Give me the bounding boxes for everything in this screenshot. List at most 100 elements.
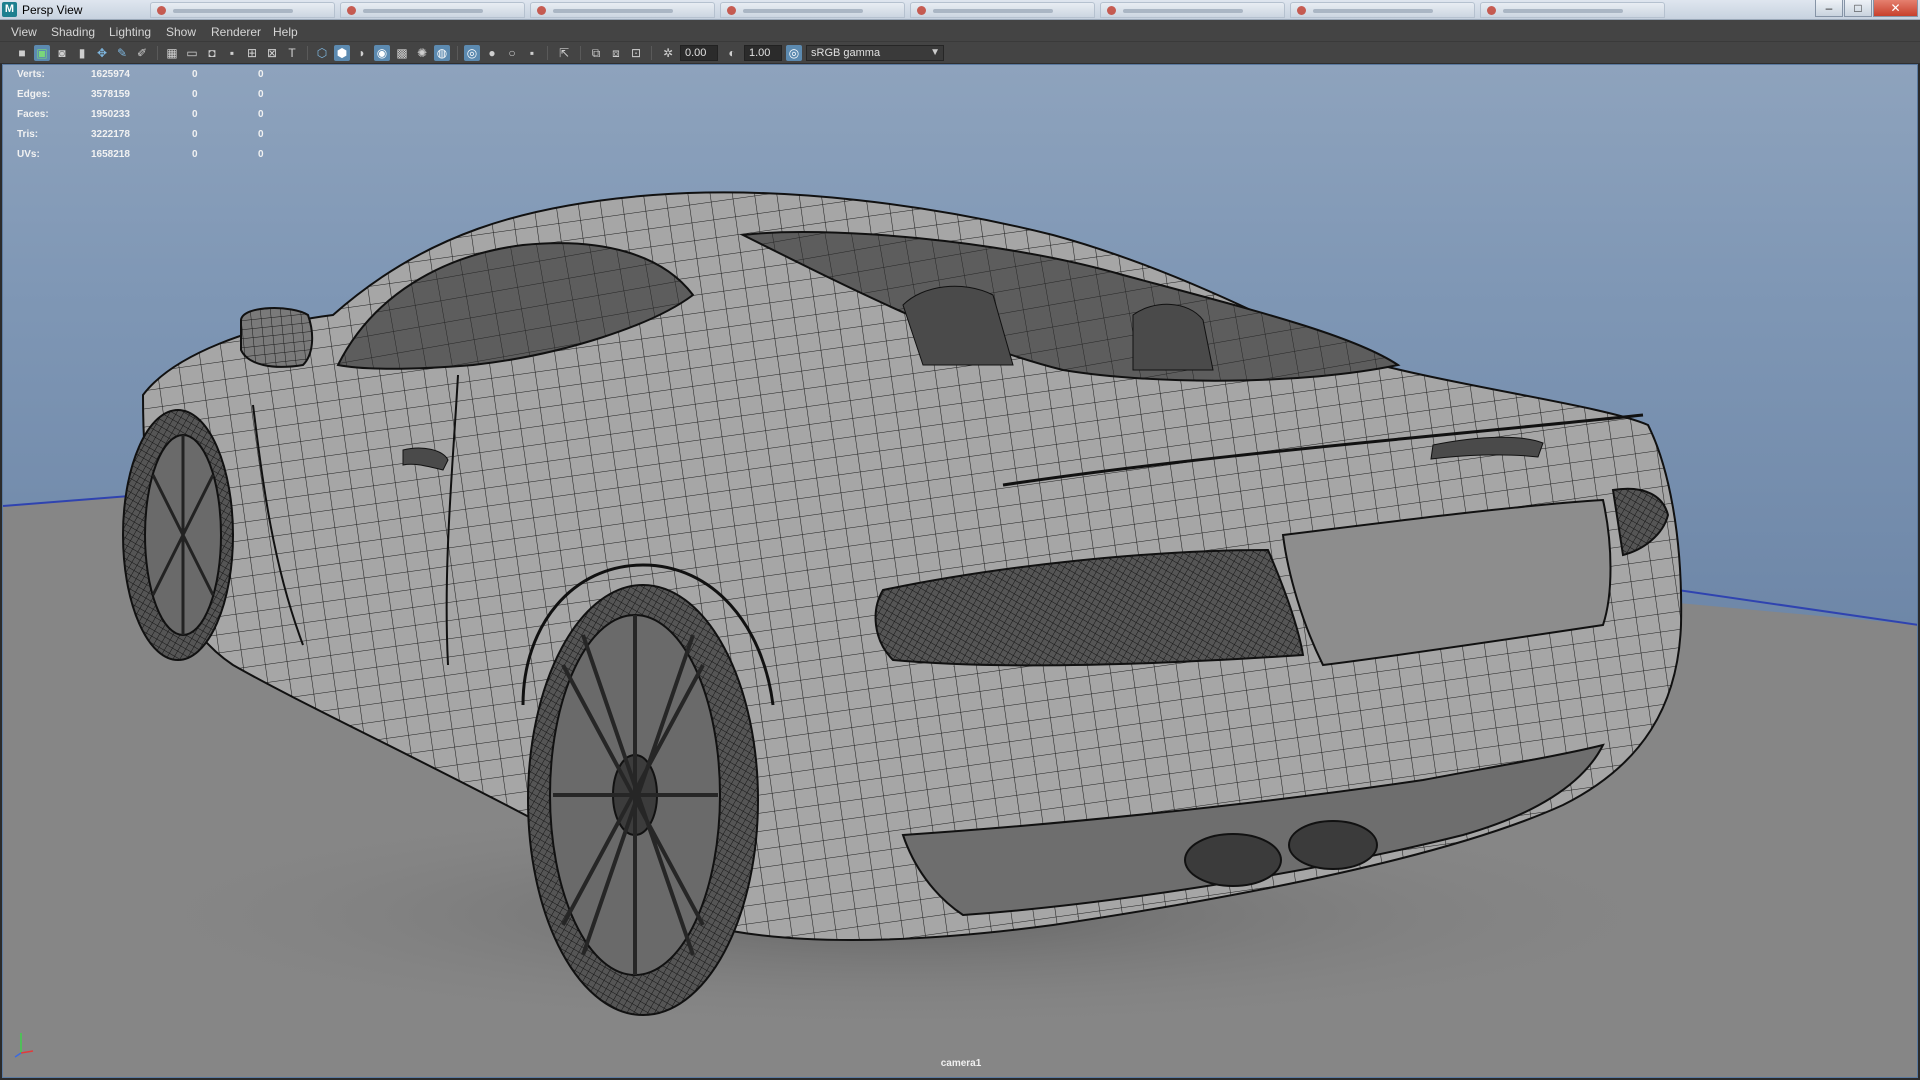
background-tab bbox=[530, 2, 715, 18]
toolbar-separator bbox=[580, 46, 581, 60]
multisample-aa-icon[interactable]: ● bbox=[484, 45, 500, 61]
panel-menu-bar: View Shading Lighting Show Renderer Help bbox=[0, 20, 1920, 42]
hud-value: 3222178 bbox=[91, 129, 130, 140]
toolbar-separator bbox=[157, 46, 158, 60]
color-space-dropdown[interactable]: sRGB gamma ▼ bbox=[806, 45, 944, 61]
background-tab bbox=[1480, 2, 1665, 18]
hud-value: 0 bbox=[192, 109, 198, 120]
hud-value: 0 bbox=[258, 69, 264, 80]
window-controls: – □ ✕ bbox=[1814, 0, 1918, 18]
field-chart-icon[interactable]: ▪ bbox=[224, 45, 240, 61]
frame-icon[interactable]: ⊡ bbox=[628, 45, 644, 61]
background-tab bbox=[150, 2, 335, 18]
isolate-select-icon[interactable]: ▪ bbox=[524, 45, 540, 61]
hud-row-uvs: UVs: 1658218 0 0 bbox=[17, 147, 277, 167]
xray-icon[interactable]: ⇱ bbox=[556, 45, 572, 61]
camera-name-label: camera1 bbox=[940, 1058, 982, 1069]
toolbar-separator bbox=[307, 46, 308, 60]
background-tab bbox=[1100, 2, 1285, 18]
window-title: Persp View bbox=[22, 3, 83, 17]
toolbar-separator bbox=[547, 46, 548, 60]
chevron-down-icon: ▼ bbox=[930, 47, 940, 58]
wireframe-icon[interactable]: ⬡ bbox=[314, 45, 330, 61]
gamma-field[interactable]: 1.00 bbox=[744, 45, 782, 61]
menu-view[interactable]: View bbox=[11, 25, 37, 39]
bookmark-camera-icon[interactable]: ◙ bbox=[54, 45, 70, 61]
screen-space-ao-icon[interactable]: ◍ bbox=[434, 45, 450, 61]
camera-icon[interactable]: ■ bbox=[14, 45, 30, 61]
resolution-gate-icon[interactable]: ▭ bbox=[184, 45, 200, 61]
front-wheel bbox=[122, 409, 234, 661]
menu-renderer[interactable]: Renderer bbox=[211, 25, 261, 39]
xray-joints-icon[interactable]: ⧉ bbox=[588, 45, 604, 61]
safe-action-icon[interactable]: ⊞ bbox=[244, 45, 260, 61]
axis-gizmo-icon bbox=[14, 1033, 34, 1058]
background-tab bbox=[720, 2, 905, 18]
smooth-shade-icon[interactable]: ⬢ bbox=[334, 45, 350, 61]
rear-wheel bbox=[527, 584, 759, 1016]
background-tab bbox=[1290, 2, 1475, 18]
hud-value: 1658218 bbox=[91, 149, 130, 160]
hud-row-tris: Tris: 3222178 0 0 bbox=[17, 127, 277, 147]
hud-value: 0 bbox=[192, 149, 198, 160]
image-plane-icon[interactable]: ▮ bbox=[74, 45, 90, 61]
hud-value: 0 bbox=[192, 69, 198, 80]
hud-value: 0 bbox=[192, 89, 198, 100]
background-taskbar-tabs bbox=[150, 1, 1700, 19]
poly-count-hud: Verts: 1625974 0 0 Edges: 3578159 0 0 Fa… bbox=[17, 67, 277, 167]
depth-of-field-icon[interactable]: ○ bbox=[504, 45, 520, 61]
panel-toolbar: ■ ▣ ◙ ▮ ✥ ✎ ✐ ▦ ▭ ◘ ▪ ⊞ ⊠ T ⬡ ⬢ ◗ ◉ ▩ ✺ … bbox=[0, 42, 1920, 64]
hud-value: 0 bbox=[258, 109, 264, 120]
menu-shading[interactable]: Shading bbox=[51, 25, 95, 39]
hud-value: 0 bbox=[258, 89, 264, 100]
menu-show[interactable]: Show bbox=[166, 25, 196, 39]
motion-blur-icon[interactable]: ◎ bbox=[464, 45, 480, 61]
background-tab bbox=[340, 2, 525, 18]
xray-components-icon[interactable]: T bbox=[284, 45, 300, 61]
minimize-button[interactable]: – bbox=[1815, 0, 1843, 17]
grid-icon[interactable]: ✐ bbox=[134, 45, 150, 61]
textured-icon[interactable]: ◉ bbox=[374, 45, 390, 61]
hud-value: 1950233 bbox=[91, 109, 130, 120]
color-management-icon[interactable]: ◎ bbox=[786, 45, 802, 61]
car-model-wireframe[interactable] bbox=[3, 65, 1918, 1078]
hud-value: 0 bbox=[192, 129, 198, 140]
shadows-icon[interactable]: ✺ bbox=[414, 45, 430, 61]
wireframe-on-shaded-icon[interactable]: ◗ bbox=[354, 45, 370, 61]
color-space-value: sRGB gamma bbox=[811, 47, 881, 59]
lights-icon[interactable]: ▩ bbox=[394, 45, 410, 61]
close-button[interactable]: ✕ bbox=[1873, 0, 1918, 17]
hud-label: Tris: bbox=[17, 129, 39, 140]
hud-value: 3578159 bbox=[91, 89, 130, 100]
exposure-field[interactable]: 0.00 bbox=[680, 45, 718, 61]
hud-label: Faces: bbox=[17, 109, 49, 120]
maximize-button[interactable]: □ bbox=[1844, 0, 1872, 17]
menu-help[interactable]: Help bbox=[273, 25, 298, 39]
2d-pan-zoom-icon[interactable]: ✥ bbox=[94, 45, 110, 61]
safe-title-icon[interactable]: ⊠ bbox=[264, 45, 280, 61]
hud-label: UVs: bbox=[17, 149, 40, 160]
hud-value: 0 bbox=[258, 149, 264, 160]
gamma-icon[interactable]: ◐ bbox=[724, 45, 740, 61]
hud-label: Edges: bbox=[17, 89, 51, 100]
perspective-viewport[interactable]: Verts: 1625974 0 0 Edges: 3578159 0 0 Fa… bbox=[2, 64, 1918, 1078]
hud-row-verts: Verts: 1625974 0 0 bbox=[17, 67, 277, 87]
menu-lighting[interactable]: Lighting bbox=[109, 25, 151, 39]
grease-pencil-icon[interactable]: ✎ bbox=[114, 45, 130, 61]
exposure-icon[interactable]: ✲ bbox=[660, 45, 676, 61]
hud-row-faces: Faces: 1950233 0 0 bbox=[17, 107, 277, 127]
film-gate-icon[interactable]: ▦ bbox=[164, 45, 180, 61]
background-tab bbox=[910, 2, 1095, 18]
window-title-bar: M Persp View – □ ✕ bbox=[0, 0, 1920, 20]
maya-app-icon: M bbox=[2, 2, 17, 17]
exhaust-right bbox=[1288, 820, 1378, 870]
toolbar-separator bbox=[457, 46, 458, 60]
exhaust-left bbox=[1184, 833, 1282, 887]
hud-label: Verts: bbox=[17, 69, 45, 80]
hud-value: 1625974 bbox=[91, 69, 130, 80]
xray-active-icon[interactable]: ⧈ bbox=[608, 45, 624, 61]
gate-mask-icon[interactable]: ◘ bbox=[204, 45, 220, 61]
hud-row-edges: Edges: 3578159 0 0 bbox=[17, 87, 277, 107]
hud-value: 0 bbox=[258, 129, 264, 140]
camera-attributes-icon[interactable]: ▣ bbox=[34, 45, 50, 61]
